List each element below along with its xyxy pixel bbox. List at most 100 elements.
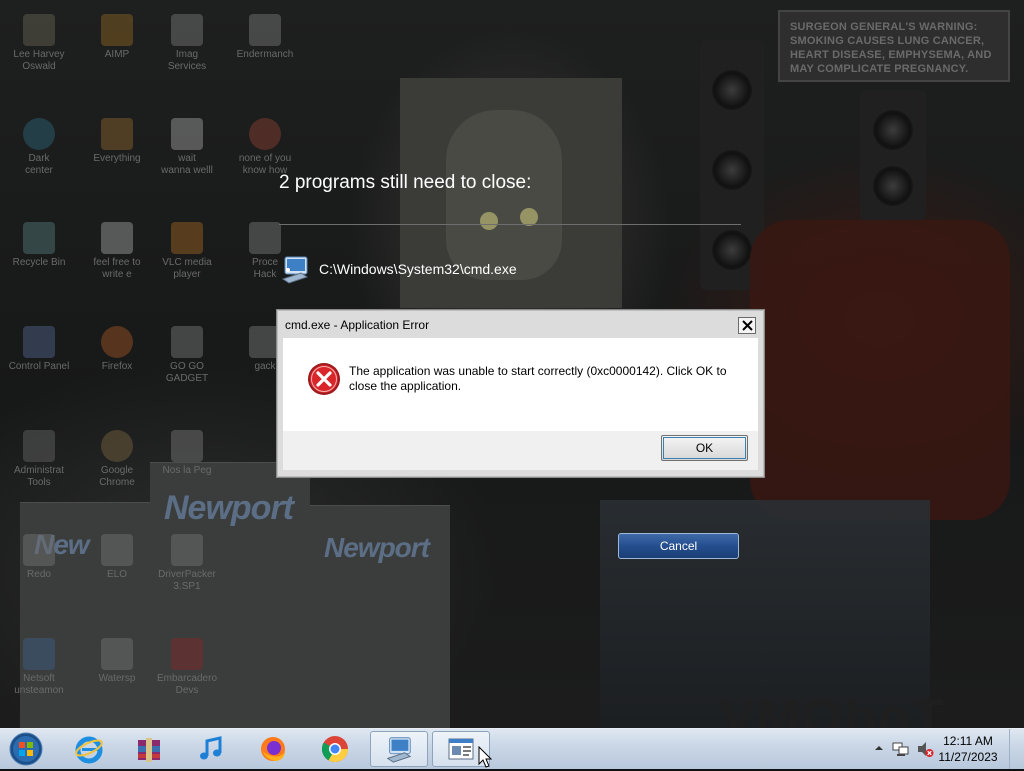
desktop-icon-label: AIMP	[104, 49, 130, 60]
show-desktop-button[interactable]	[1009, 729, 1024, 769]
desktop-icon-administrative-tools[interactable]: Administrat Tools	[4, 430, 74, 489]
wallpaper-pack-2-text: Newport	[324, 532, 430, 563]
desktop-icon-label: Recycle Bin	[12, 257, 66, 268]
desktop-icon-dark-center[interactable]: Dark center	[4, 118, 74, 177]
desktop-icon-endermanch[interactable]: Endermanch	[230, 14, 300, 61]
desktop-icon-nos-la-peg[interactable]: Nos la Peg	[152, 430, 222, 477]
desktop-icon-label: DriverPacker 3.SP1	[158, 569, 216, 592]
clock-date: 11/27/2023	[938, 750, 998, 764]
wallpaper-red-body	[750, 220, 1010, 520]
desktop-icon-label: Imag Services	[167, 49, 207, 72]
application-window-icon	[448, 738, 474, 760]
desktop-icon-label: Endermanch	[236, 49, 294, 60]
taskbar-internet-explorer[interactable]	[60, 731, 118, 767]
chrome-icon	[321, 736, 349, 763]
taskbar-chrome[interactable]	[306, 731, 364, 767]
start-button[interactable]	[6, 731, 46, 767]
application-error-dialog: cmd.exe - Application Error The applicat…	[276, 309, 765, 478]
taskbar-winrar[interactable]	[120, 731, 178, 767]
desktop-icon-lee-harvey-oswald[interactable]: Lee Harvey Oswald	[4, 14, 74, 73]
application-icon	[171, 14, 203, 46]
desktop-icon-elo[interactable]: ELO	[82, 534, 152, 581]
gear-icon	[23, 118, 55, 150]
desktop-icon-aimp[interactable]: AIMP	[82, 14, 152, 61]
desktop-icon-feel-free[interactable]: feel free to write e	[82, 222, 152, 281]
wallpaper-pack-2: Newport	[310, 505, 450, 728]
taskbar-firefox[interactable]	[244, 731, 302, 767]
pending-program-path: C:\Windows\System32\cmd.exe	[319, 261, 517, 277]
cmd-window-icon	[386, 737, 412, 763]
tools-icon	[23, 430, 55, 462]
recycle-bin-icon	[23, 222, 55, 254]
closing-programs-title: 2 programs still need to close:	[279, 172, 532, 193]
text-file-icon	[171, 118, 203, 150]
desktop-icon-label: Control Panel	[8, 361, 70, 372]
desktop-icon-go-go-gadget[interactable]: GO GO GADGET	[152, 326, 222, 385]
control-panel-icon	[23, 326, 55, 358]
vlc-cone-icon	[171, 222, 203, 254]
desktop-icon-label: feel free to write e	[93, 257, 141, 280]
network-tray-icon[interactable]	[892, 740, 910, 758]
dialog-footer: OK	[283, 431, 758, 470]
application-icon	[23, 534, 55, 566]
text-file-icon	[101, 222, 133, 254]
error-icon	[308, 363, 340, 395]
application-icon	[171, 430, 203, 462]
application-icon	[249, 14, 281, 46]
desktop-icon-label: Redo	[27, 569, 51, 580]
tray-expand-arrow-icon[interactable]	[874, 743, 884, 753]
dialog-message: The application was unable to start corr…	[349, 364, 727, 393]
desktop-icon-embarcadero[interactable]: Embarcadero Devs	[152, 638, 222, 697]
aimp-icon	[101, 14, 133, 46]
desktop-icon-label: VLC media player	[162, 257, 212, 280]
user-icon	[23, 14, 55, 46]
clock-time: 12:11 AM	[943, 734, 993, 748]
dialog-body: The application was unable to start corr…	[283, 338, 758, 431]
desktop-icon-label: Everything	[93, 153, 141, 164]
ok-button[interactable]: OK	[661, 435, 748, 461]
desktop-icon-label: Watersp	[98, 673, 136, 684]
application-icon	[249, 222, 281, 254]
taskbar-itunes[interactable]	[182, 731, 240, 767]
desktop-icon-label: wait wanna welll	[161, 153, 213, 176]
taskbar-clock[interactable]: 12:11 AM 11/27/2023	[928, 733, 1008, 765]
desktop-icon-driverpacker[interactable]: DriverPacker 3.SP1	[152, 534, 222, 593]
desktop-icon-imag-services[interactable]: Imag Services	[152, 14, 222, 73]
music-note-icon	[200, 736, 222, 760]
desktop-icon-redo[interactable]: Redo	[4, 534, 74, 581]
desktop-icon-firefox[interactable]: Firefox	[82, 326, 152, 373]
desktop-icon-label: Netsoft unsteamon	[14, 673, 64, 696]
internet-explorer-icon	[75, 736, 103, 764]
wallpaper-face-eye-left	[480, 212, 498, 230]
firefox-icon	[261, 737, 285, 761]
desktop-icon-google-chrome[interactable]: Google Chrome	[82, 430, 152, 489]
dialog-title: cmd.exe - Application Error	[285, 318, 430, 332]
network-icon	[23, 638, 55, 670]
application-icon	[101, 638, 133, 670]
system-tray: 12:11 AM 11/27/2023	[864, 729, 1024, 769]
closing-divider	[279, 224, 741, 225]
close-icon	[742, 320, 753, 331]
search-icon	[101, 118, 133, 150]
desktop-icon-wait-wanna-welll[interactable]: wait wanna welll	[152, 118, 222, 177]
wallpaper-speaker-right	[860, 90, 926, 220]
desktop-icon-control-panel[interactable]: Control Panel	[4, 326, 74, 373]
dialog-close-button[interactable]	[738, 317, 756, 334]
wallpaper-pack-1-text: Newport	[164, 489, 294, 527]
desktop-icon-none-of-you[interactable]: none of you know how	[230, 118, 300, 177]
application-icon	[171, 534, 203, 566]
desktop-icon-vlc[interactable]: VLC media player	[152, 222, 222, 281]
mouse-cursor-icon	[478, 746, 492, 768]
desktop-icon-label: ELO	[106, 569, 127, 580]
cmd-program-icon	[281, 256, 309, 284]
taskbar-cmd-window[interactable]	[370, 731, 428, 767]
cancel-button[interactable]: Cancel	[618, 533, 739, 559]
desktop-icon-recycle-bin[interactable]: Recycle Bin	[4, 222, 74, 269]
desktop-icon-netsoft[interactable]: Netsoft unsteamon	[4, 638, 74, 697]
dialog-titlebar[interactable]: cmd.exe - Application Error	[281, 314, 760, 336]
desktop-icon-watersp[interactable]: Watersp	[82, 638, 152, 685]
desktop-icon-everything[interactable]: Everything	[82, 118, 152, 165]
pending-program-item: C:\Windows\System32\cmd.exe	[279, 252, 517, 286]
desktop-icon-label: Firefox	[101, 361, 133, 372]
desktop-icon-label: Administrat Tools	[13, 465, 64, 488]
